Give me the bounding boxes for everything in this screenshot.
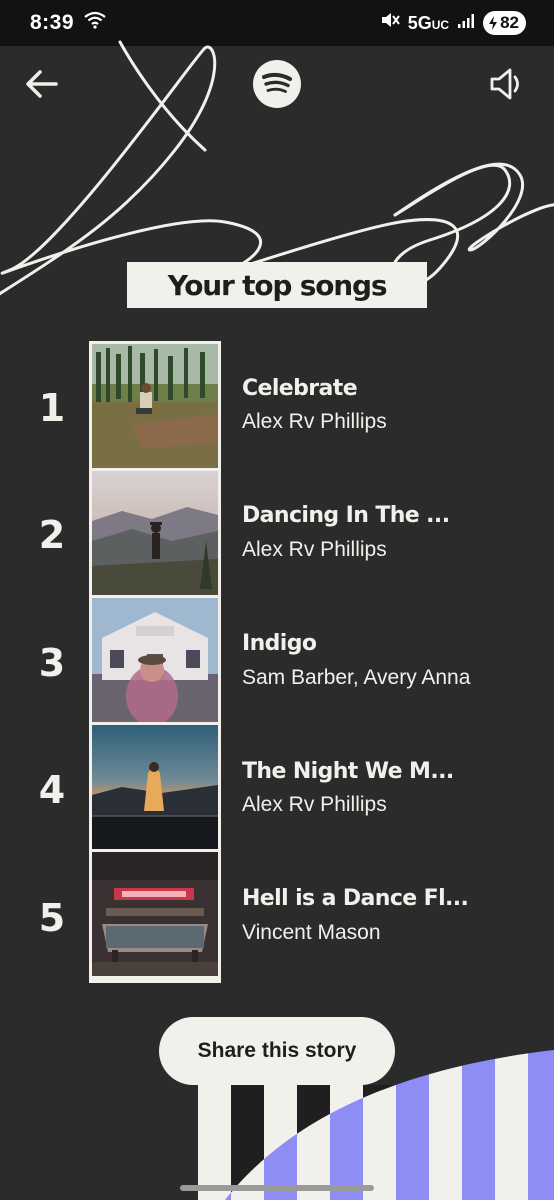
signal-icon [457,12,475,35]
song-artist: Alex Rv Phillips [242,793,387,816]
home-indicator[interactable] [180,1185,374,1191]
mute-icon [380,10,400,36]
song-artist: Alex Rv Phillips [242,410,387,433]
album-cover[interactable] [92,725,218,849]
sound-toggle-button[interactable] [488,64,528,104]
album-cover-list [89,341,221,983]
network-type: 5GUC [407,12,450,33]
rank-number: 2 [38,513,66,557]
song-title[interactable]: Indigo [242,631,532,656]
page-title-text: Your top songs [167,268,388,302]
song-artist: Alex Rv Phillips [242,538,387,561]
wifi-icon [84,11,106,35]
back-button[interactable] [22,64,62,104]
album-cover[interactable] [92,598,218,722]
song-title[interactable]: Dancing In The ... [242,503,532,528]
speaker-muted-icon [490,68,519,100]
battery-level: 82 [500,13,519,32]
status-bar: 8:39 5GUC 82 [0,0,554,46]
song-artist: Vincent Mason [242,921,381,944]
rank-number: 5 [38,896,66,940]
spotify-logo-icon [253,60,301,108]
status-right: 5GUC 82 [380,10,526,36]
arrow-left-icon [26,70,58,98]
rank-number: 4 [38,768,66,812]
song-artist: Sam Barber, Avery Anna [242,666,471,689]
battery-icon: 82 [483,11,526,35]
album-cover[interactable] [92,852,218,976]
wrapped-story-screen: 8:39 5GUC 82 Your top songs 1 2 3 4 5 Ce… [0,0,554,1200]
song-title[interactable]: The Night We M... [242,759,532,784]
rank-number: 1 [38,386,66,430]
page-title: Your top songs [127,262,427,308]
status-time: 8:39 [30,11,75,34]
share-story-button[interactable]: Share this story [159,1017,395,1085]
rank-number: 3 [38,641,66,685]
song-title[interactable]: Hell is a Dance Fl... [242,886,532,911]
album-cover[interactable] [92,344,218,468]
song-title[interactable]: Celebrate [242,376,532,401]
album-cover[interactable] [92,471,218,595]
